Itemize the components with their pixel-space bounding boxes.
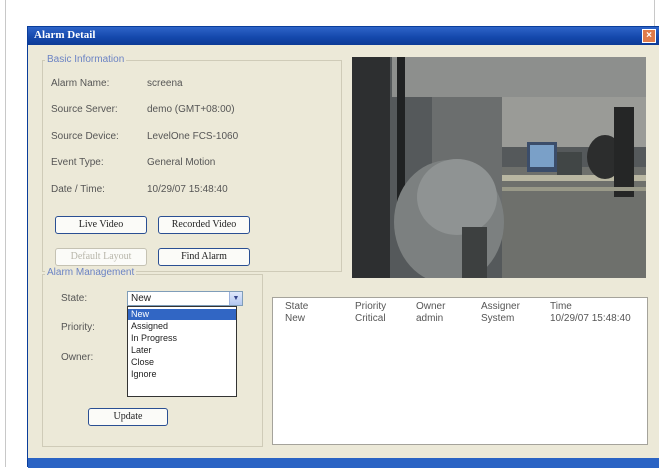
- source-device-label: Source Device:: [51, 131, 119, 142]
- state-option-assigned[interactable]: Assigned: [128, 321, 236, 332]
- camera-snapshot: [352, 57, 646, 278]
- priority-label: Priority:: [61, 322, 95, 333]
- date-time-label: Date / Time:: [51, 184, 105, 195]
- state-option-later[interactable]: Later: [128, 345, 236, 356]
- source-server-value: demo (GMT+08:00): [147, 104, 235, 115]
- column-header-state[interactable]: State: [285, 301, 308, 312]
- column-header-assigner[interactable]: Assigner: [481, 301, 520, 312]
- alarm-name-value: screena: [147, 78, 183, 89]
- state-option-new[interactable]: New: [128, 309, 236, 320]
- source-server-label: Source Server:: [51, 104, 118, 115]
- table-cell-state: New: [285, 313, 306, 324]
- state-label: State:: [61, 293, 88, 304]
- state-select[interactable]: New ▼: [127, 291, 243, 306]
- close-icon: ×: [646, 30, 652, 41]
- state-select-value: New: [131, 293, 152, 304]
- update-button[interactable]: Update: [88, 408, 168, 426]
- column-header-priority[interactable]: Priority: [355, 301, 386, 312]
- alarm-detail-window: Alarm Detail × Basic Information Alarm N…: [27, 26, 659, 468]
- column-header-owner[interactable]: Owner: [416, 301, 445, 312]
- table-cell-time: 10/29/07 15:48:40: [550, 313, 631, 324]
- alarm-history-table[interactable]: State Priority Owner Assigner Time New C…: [272, 297, 648, 445]
- page-border-left: [5, 0, 6, 467]
- default-layout-button[interactable]: Default Layout: [55, 248, 147, 266]
- event-type-value: General Motion: [147, 157, 216, 168]
- basic-information-title: Basic Information: [45, 54, 127, 65]
- live-video-button[interactable]: Live Video: [55, 216, 147, 234]
- title-bar[interactable]: Alarm Detail ×: [28, 27, 659, 45]
- source-device-value: LevelOne FCS-1060: [147, 131, 239, 142]
- recorded-video-button[interactable]: Recorded Video: [158, 216, 250, 234]
- table-cell-owner: admin: [416, 313, 444, 324]
- alarm-management-title: Alarm Management: [45, 267, 137, 278]
- owner-label: Owner:: [61, 352, 94, 363]
- find-alarm-button[interactable]: Find Alarm: [158, 248, 250, 266]
- date-time-value: 10/29/07 15:48:40: [147, 184, 228, 195]
- alarm-name-label: Alarm Name:: [51, 78, 110, 89]
- state-option-close[interactable]: Close: [128, 357, 236, 368]
- state-option-ignore[interactable]: Ignore: [128, 369, 236, 380]
- table-cell-assigner: System: [481, 313, 515, 324]
- state-option-in-progress[interactable]: In Progress: [128, 333, 236, 344]
- table-cell-priority: Critical: [355, 313, 386, 324]
- window-title: Alarm Detail: [34, 29, 96, 41]
- event-type-label: Event Type:: [51, 157, 104, 168]
- column-header-time[interactable]: Time: [550, 301, 572, 312]
- chevron-down-icon[interactable]: ▼: [229, 292, 242, 305]
- state-dropdown-list: New Assigned In Progress Later Close Ign…: [127, 306, 237, 397]
- camera-snapshot-image: [352, 57, 646, 278]
- close-button[interactable]: ×: [642, 29, 656, 43]
